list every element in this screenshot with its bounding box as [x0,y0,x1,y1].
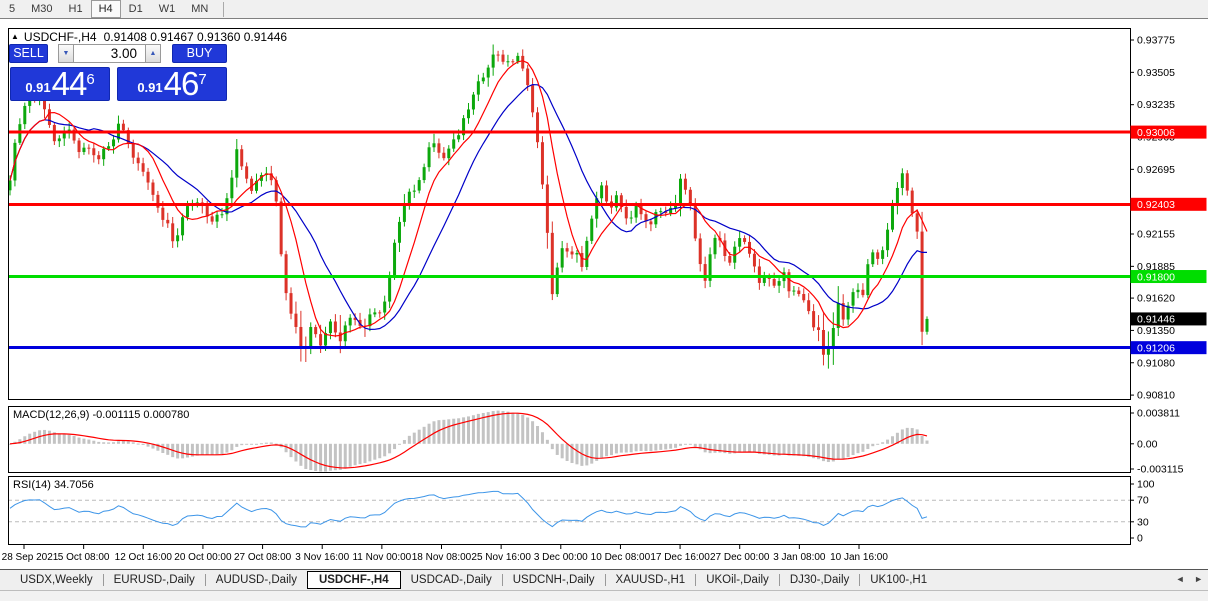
svg-text:70: 70 [1137,495,1149,507]
svg-text:0.90810: 0.90810 [1137,390,1175,402]
svg-text:0.93006: 0.93006 [1137,127,1175,139]
svg-text:0.93505: 0.93505 [1137,67,1175,79]
svg-text:3 Nov 16:00: 3 Nov 16:00 [295,552,349,563]
symbol-tab-USDCAD-Daily[interactable]: USDCAD-,Daily [401,571,502,589]
tab-scroll-arrows: ◄ ► [1169,574,1203,584]
volume-increase-button[interactable]: ▲ [145,44,161,63]
svg-text:0.91620: 0.91620 [1137,293,1175,305]
status-bar [0,590,1208,601]
volume-input[interactable] [73,44,146,63]
timeframe-button-H1[interactable]: H1 [61,0,91,18]
rsi-indicator-label: RSI(14) 34.7056 [13,479,94,491]
svg-text:0.92403: 0.92403 [1137,199,1175,211]
svg-text:0.92695: 0.92695 [1137,164,1175,176]
sell-button[interactable]: SELL [9,44,48,63]
timeframe-button-D1[interactable]: D1 [121,0,151,18]
collapse-arrow-icon[interactable]: ▲ [11,32,19,41]
toolbar-separator [223,2,224,17]
svg-text:0.91800: 0.91800 [1137,271,1175,283]
sell-price-tile[interactable]: 0.91 44 6 [10,67,110,101]
symbol-tab-UK100-H1[interactable]: UK100-,H1 [860,571,937,589]
svg-text:25 Nov 16:00: 25 Nov 16:00 [471,552,531,563]
svg-text:20 Oct 00:00: 20 Oct 00:00 [174,552,232,563]
timeframe-button-M30[interactable]: M30 [23,0,60,18]
sell-price-prefix: 0.91 [25,80,50,95]
timeframe-button-W1[interactable]: W1 [151,0,184,18]
buy-button[interactable]: BUY [172,44,227,63]
buy-price-tile[interactable]: 0.91 46 7 [117,67,227,101]
one-click-trade-panel: SELL ▼ ▲ BUY 0.91 44 6 0.91 46 7 [9,44,228,101]
symbol-tab-AUDUSD-Daily[interactable]: AUDUSD-,Daily [206,571,307,589]
pane-frames [9,29,1131,545]
timeframe-toolbar: 5M30H1H4D1W1MN [0,0,1208,19]
buy-price-prefix: 0.91 [137,80,162,95]
spin-down-icon: ▼ [63,50,70,57]
svg-text:0.003811: 0.003811 [1137,407,1180,419]
symbol-tab-USDCHF-H4[interactable]: USDCHF-,H4 [307,571,401,589]
symbol-tab-XAUUSD-H1[interactable]: XAUUSD-,H1 [606,571,696,589]
svg-text:0.91206: 0.91206 [1137,342,1175,354]
svg-text:0.91446: 0.91446 [1137,314,1175,326]
svg-text:17 Dec 16:00: 17 Dec 16:00 [650,552,710,563]
volume-decrease-button[interactable]: ▼ [58,44,74,63]
chart-ohlc-values: 0.91408 0.91467 0.91360 0.91446 [104,30,288,44]
svg-text:27 Oct 08:00: 27 Oct 08:00 [234,552,292,563]
symbol-tab-USDX-Weekly[interactable]: USDX,Weekly [10,571,103,589]
date-axis: 28 Sep 20215 Oct 08:00 12 Oct 16:0020 Oct… [2,545,889,563]
timeframe-button-H4[interactable]: H4 [91,0,121,18]
svg-text:3 Jan 08:00: 3 Jan 08:00 [773,552,826,563]
svg-text:12 Oct 16:00: 12 Oct 16:00 [115,552,173,563]
svg-text:-0.003115: -0.003115 [1137,463,1184,475]
symbol-tab-USDCNH-Daily[interactable]: USDCNH-,Daily [503,571,605,589]
svg-text:0: 0 [1137,533,1143,545]
rsi-line [10,491,927,527]
spin-up-icon: ▲ [150,50,157,57]
svg-text:18 Nov 08:00: 18 Nov 08:00 [412,552,472,563]
timeframe-button-MN[interactable]: MN [183,0,216,18]
svg-text:0.92155: 0.92155 [1137,229,1175,241]
tab-scroll-right-icon[interactable]: ► [1194,574,1203,584]
symbol-tab-DJ30-Daily[interactable]: DJ30-,Daily [780,571,859,589]
timeframe-button-5[interactable]: 5 [1,0,23,18]
svg-text:0.93235: 0.93235 [1137,99,1175,111]
symbol-tab-EURUSD-Daily[interactable]: EURUSD-,Daily [104,571,205,589]
svg-text:10 Jan 16:00: 10 Jan 16:00 [830,552,888,563]
buy-price-big: 46 [164,69,199,99]
svg-text:0.00: 0.00 [1137,438,1158,450]
svg-text:100: 100 [1137,479,1155,491]
svg-text:30: 30 [1137,516,1149,528]
symbol-tabbar: USDX,WeeklyEURUSD-,DailyAUDUSD-,DailyUSD… [0,569,1208,590]
price-axis: 0.937750.935050.932350.929650.926950.921… [1130,35,1184,545]
svg-text:10 Dec 08:00: 10 Dec 08:00 [591,552,651,563]
tab-scroll-left-icon[interactable]: ◄ [1176,574,1185,584]
svg-text:5 Oct 08:00: 5 Oct 08:00 [58,552,110,563]
buy-price-sup: 7 [198,71,206,88]
sell-price-big: 44 [52,69,87,99]
svg-text:27 Dec 00:00: 27 Dec 00:00 [710,552,770,563]
chart-symbol-period: USDCHF-,H4 [24,30,97,44]
svg-text:0.91080: 0.91080 [1137,357,1175,369]
svg-text:28 Sep 2021: 28 Sep 2021 [2,552,59,563]
sell-price-sup: 6 [86,71,94,88]
symbol-tab-UKOil-Daily[interactable]: UKOil-,Daily [696,571,779,589]
svg-text:3 Dec 00:00: 3 Dec 00:00 [534,552,588,563]
chart-title: ▲ USDCHF-,H4 0.91408 0.91467 0.91360 0.914… [11,30,287,44]
macd-indicator-label: MACD(12,26,9) -0.001115 0.000780 [13,409,189,421]
svg-text:0.93775: 0.93775 [1137,35,1175,47]
svg-text:11 Nov 00:00: 11 Nov 00:00 [352,552,411,563]
svg-text:0.91350: 0.91350 [1137,325,1175,337]
